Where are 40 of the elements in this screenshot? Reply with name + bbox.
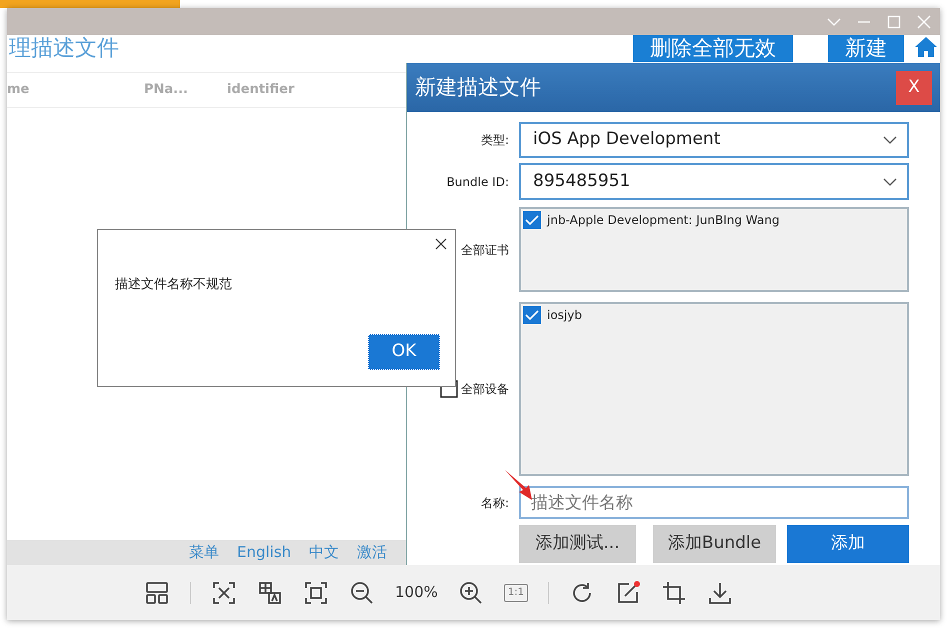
group-label: 全部设备 xyxy=(461,381,509,398)
fit-screen-icon[interactable] xyxy=(303,580,329,606)
select-field[interactable]: iOS App Development xyxy=(519,122,909,158)
group-label: 全部证书 xyxy=(461,242,509,258)
list-item-label: jnb-Apple Development: JunBIng Wang xyxy=(547,212,780,229)
checkbox[interactable] xyxy=(523,211,541,229)
field-label: 名称: xyxy=(480,494,509,512)
scan-icon[interactable] xyxy=(211,580,237,606)
footer-link[interactable]: English xyxy=(237,541,292,564)
zoom-in-icon[interactable] xyxy=(458,580,484,606)
ok-button[interactable]: OK xyxy=(368,334,440,370)
add-button[interactable]: 添加 xyxy=(787,525,909,563)
name-field[interactable]: 描述文件名称 xyxy=(519,486,909,519)
arrow xyxy=(503,468,533,501)
crop-icon[interactable] xyxy=(660,580,687,606)
close-icon[interactable] xyxy=(435,238,447,250)
page-title: 理描述文件 xyxy=(8,35,119,63)
action-button[interactable]: 添加测试... xyxy=(519,525,636,563)
action-button[interactable]: 添加Bundle xyxy=(653,525,776,563)
image-text-icon[interactable] xyxy=(257,580,283,606)
zoom-level: 100% xyxy=(395,582,438,604)
zoom-out-icon[interactable] xyxy=(349,580,375,606)
dialog-title: 新建描述文件 xyxy=(415,74,541,101)
layout-icon[interactable] xyxy=(144,580,170,606)
field-label: 类型: xyxy=(480,132,509,149)
footer-link[interactable]: 激活 xyxy=(357,541,388,564)
checkbox[interactable] xyxy=(523,306,541,324)
close-button[interactable]: X xyxy=(896,70,932,104)
footer-link[interactable]: 菜单 xyxy=(189,541,219,564)
field-label: Bundle ID: xyxy=(446,174,509,190)
header-button[interactable]: 删除全部无效 xyxy=(633,35,793,62)
actual-size-button[interactable]: 1:1 xyxy=(504,584,528,602)
alert-message: 描述文件名称不规范 xyxy=(115,276,232,294)
header-button[interactable]: 新建 xyxy=(828,35,904,62)
column-header: identifier xyxy=(227,81,296,100)
column-header: me xyxy=(7,81,30,100)
list-item-label: iosjyb xyxy=(547,307,582,324)
select-field[interactable]: 895485951 xyxy=(519,163,909,200)
column-header: PNa... xyxy=(144,81,189,100)
footer-link[interactable]: 中文 xyxy=(309,541,340,564)
